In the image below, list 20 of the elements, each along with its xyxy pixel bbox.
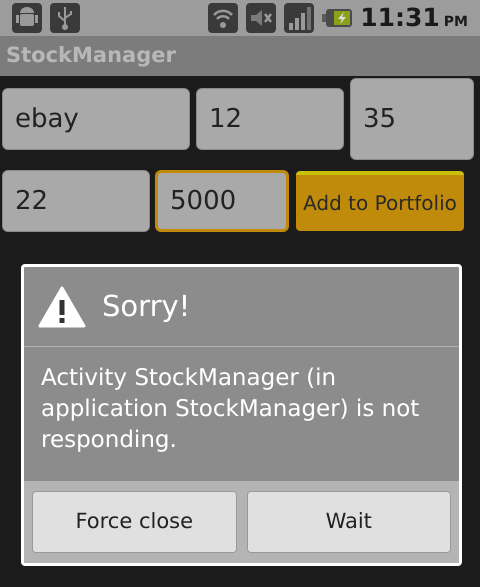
clock-period: PM [444, 13, 468, 32]
text-field[interactable]: 5000 [155, 170, 289, 232]
text-field[interactable]: 22 [2, 170, 150, 232]
text-field[interactable]: ebay [2, 88, 190, 150]
dialog-message: Activity StockManager (in application StockManager) is not responding. [40, 364, 420, 455]
usb-icon [50, 3, 80, 33]
text-field[interactable]: 35 [350, 78, 474, 160]
signal-icon [284, 3, 314, 33]
dialog-button[interactable]: Wait [246, 491, 451, 553]
clock-time: 11:31 [360, 2, 440, 34]
dialog-button[interactable]: Force close [32, 491, 236, 553]
dialog-title: Sorry! [102, 288, 190, 325]
warning-icon [38, 286, 86, 328]
app-title: StockManager [6, 42, 176, 70]
mute-icon [246, 3, 276, 33]
text-field[interactable]: 12 [196, 88, 344, 150]
add-to-portfolio-button[interactable]: Add to Portfolio [296, 171, 464, 231]
battery-charging-icon [322, 7, 352, 29]
android-icon [12, 3, 42, 33]
wifi-icon [208, 3, 238, 33]
